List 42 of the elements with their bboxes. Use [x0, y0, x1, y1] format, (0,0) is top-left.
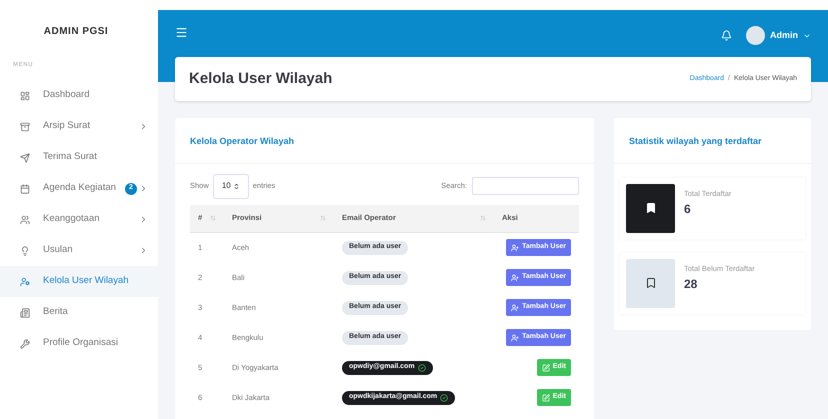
sidebar-item[interactable]: Dashboard: [0, 80, 158, 111]
stat-value: 6: [684, 200, 692, 218]
bookmark-icon: [644, 277, 656, 289]
menu-label: Dashboard: [43, 88, 90, 102]
menu-label: Keanggotaan: [43, 212, 101, 226]
menu-label: Terima Surat: [43, 150, 98, 164]
menu-label: Usulan: [43, 243, 74, 258]
sidebar-item[interactable]: Berita: [0, 297, 158, 328]
sort-icon[interactable]: [320, 215, 326, 221]
search-field[interactable]: [472, 177, 579, 195]
add-user-icon: [511, 244, 520, 252]
check-icon: [440, 394, 448, 402]
sort-icon: [232, 182, 240, 190]
card-title: Statistik wilayah yang terdaftar: [614, 118, 811, 164]
sidebar-item[interactable]: Usulan: [0, 235, 158, 266]
page-size-select[interactable]: 10: [212, 174, 249, 198]
menu-label: Arsip Surat: [43, 119, 91, 134]
bookmark-icon: [644, 202, 656, 214]
card-title: Kelola Operator Wilayah: [175, 118, 594, 164]
edit-icon: [542, 394, 550, 402]
stat-value: 28: [684, 276, 698, 293]
sort-icon[interactable]: [480, 215, 486, 221]
sort-icon[interactable]: [210, 215, 216, 221]
menu-label: Berita: [43, 305, 69, 320]
sidebar-item[interactable]: Terima Surat: [0, 142, 158, 173]
menu-label: Kelola User Wilayah: [43, 274, 130, 288]
sidebar-item[interactable]: Keanggotaan: [0, 204, 158, 235]
user-menu[interactable]: Admin: [746, 26, 811, 45]
page-title: Kelola User Wilayah: [189, 68, 332, 89]
add-user-icon: [511, 274, 520, 282]
sidebar-item[interactable]: Kelola User Wilayah: [0, 266, 158, 297]
sidebar-item[interactable]: Arsip Surat: [0, 111, 158, 142]
brand-title: ADMIN PGSI: [42, 25, 110, 39]
sidebar-item[interactable]: Profile Organisasi: [0, 328, 158, 359]
avatar-icon: [746, 26, 765, 45]
edit-icon: [542, 364, 550, 372]
check-icon: [418, 364, 426, 372]
add-user-icon: [511, 304, 520, 312]
notification-icon[interactable]: [721, 30, 732, 41]
menu-label: Agenda Kegiatan: [43, 181, 117, 196]
menu-label: Profile Organisasi: [43, 336, 119, 350]
add-user-icon: [511, 334, 520, 342]
